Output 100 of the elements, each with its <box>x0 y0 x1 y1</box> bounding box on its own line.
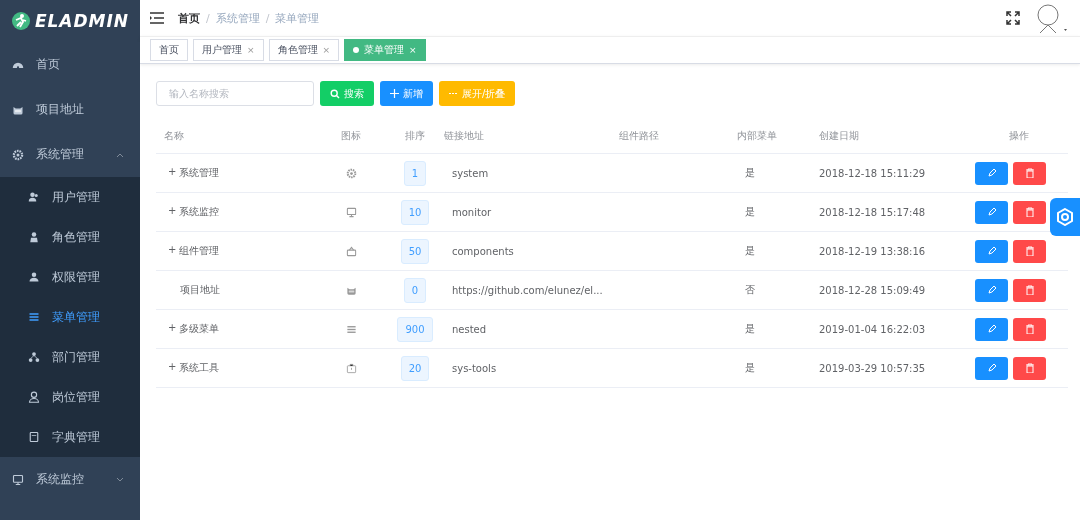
delete-button[interactable] <box>1013 278 1046 302</box>
edit-button[interactable] <box>975 278 1008 302</box>
person-icon <box>28 391 40 403</box>
pencil-icon <box>986 207 997 217</box>
sort-tag: 0 <box>403 277 427 303</box>
table-cell-text: components <box>451 245 515 257</box>
book-icon <box>28 431 40 443</box>
table-cell-text: https://github.com/elunez/el... <box>451 284 604 296</box>
table-cell-text: 2018-12-18 15:17:48 <box>819 206 927 218</box>
expand-toggle[interactable]: + <box>168 205 177 219</box>
table-cell-text: 2019-03-29 10:57:35 <box>819 362 927 374</box>
column-header: 排序 <box>404 128 426 143</box>
column-header: 创建日期 <box>819 128 860 143</box>
sidebar-item[interactable]: 岗位管理 <box>0 377 140 417</box>
person-icon <box>28 231 40 243</box>
settings-icon <box>1056 208 1074 226</box>
tree-node-label[interactable]: 组件管理 <box>179 244 220 258</box>
column-header: 组件路径 <box>619 128 660 143</box>
page-tab[interactable]: 角色管理 × <box>268 39 340 61</box>
table-cell-text: 是 <box>744 322 756 336</box>
sidebar-item[interactable]: 字典管理 <box>0 417 140 457</box>
search-icon <box>330 88 340 99</box>
delete-button[interactable] <box>1013 317 1046 341</box>
column-header: 操作 <box>1007 128 1030 143</box>
pencil-icon <box>986 285 997 295</box>
table-cell-text: 是 <box>744 244 756 258</box>
box-icon <box>345 245 357 257</box>
delete-button[interactable] <box>1013 161 1046 185</box>
fullscreen-icon[interactable] <box>1006 11 1020 25</box>
pencil-icon <box>986 168 997 178</box>
sidebar-item[interactable]: 用户管理 <box>0 177 140 217</box>
hierarchy-icon <box>28 351 40 363</box>
expand-toggle[interactable]: + <box>168 361 177 375</box>
trash-icon <box>1024 207 1035 217</box>
list-icon <box>28 311 40 323</box>
page-tab[interactable]: 首页 <box>150 39 188 61</box>
sidebar-item[interactable]: 菜单管理 <box>0 297 140 337</box>
menu-icon[interactable] <box>150 12 164 24</box>
list-icon <box>345 323 357 335</box>
settings-button[interactable] <box>1050 198 1080 236</box>
gear-icon <box>345 167 357 179</box>
logo-text: ELADMIN <box>34 11 130 31</box>
expand-toggle[interactable]: + <box>168 166 177 180</box>
table-cell-text: 2018-12-18 15:11:29 <box>819 167 927 179</box>
pencil-icon <box>986 324 997 334</box>
sidebar-item[interactable]: 权限管理 <box>0 257 140 297</box>
minus-icon <box>449 92 458 95</box>
sort-tag: 50 <box>400 238 430 264</box>
table-cell-text: 2018-12-28 15:09:49 <box>819 284 927 296</box>
tree-node-label[interactable]: 多级菜单 <box>179 322 220 336</box>
sidebar-item[interactable]: 角色管理 <box>0 217 140 257</box>
sort-tag: 900 <box>397 316 433 342</box>
delete-button[interactable] <box>1013 356 1046 380</box>
column-header: 内部菜单 <box>737 128 778 143</box>
trash-icon <box>1024 285 1035 295</box>
tree-node-label[interactable]: 系统监控 <box>179 205 220 219</box>
column-header: 名称 <box>163 128 185 143</box>
breadcrumb-item: 菜单管理 <box>275 10 320 26</box>
delete-button[interactable] <box>1013 239 1046 263</box>
breadcrumb-separator: / <box>206 11 210 25</box>
breadcrumb-item[interactable]: 首页 <box>178 10 200 26</box>
avatar-icon[interactable] <box>1034 1 1070 35</box>
users-icon <box>28 191 40 203</box>
column-header: 图标 <box>340 128 362 143</box>
delete-button[interactable] <box>1013 200 1046 224</box>
edit-button[interactable] <box>975 317 1008 341</box>
sort-tag: 1 <box>403 160 427 186</box>
expand-toggle[interactable]: + <box>168 322 177 336</box>
person-icon <box>28 271 40 283</box>
active-dot <box>353 47 360 53</box>
breadcrumb-separator: / <box>265 11 270 25</box>
table-cell-text: 2019-01-04 16:22:03 <box>819 323 927 335</box>
table-cell-text: 是 <box>744 361 756 375</box>
sidebar-item[interactable]: 部门管理 <box>0 337 140 377</box>
monitor-icon <box>12 473 24 486</box>
sort-tag: 10 <box>400 199 430 225</box>
toolbox-icon <box>345 362 357 374</box>
pencil-icon <box>986 246 997 256</box>
search-field[interactable]: 输入名称搜索 <box>156 81 314 106</box>
table-cell-text: system <box>451 167 490 179</box>
edit-button[interactable] <box>975 161 1008 185</box>
trash-icon <box>1024 363 1035 373</box>
tree-node-label[interactable]: 系统管理 <box>179 166 220 180</box>
gear-icon <box>12 148 24 161</box>
edit-button[interactable] <box>975 239 1008 263</box>
table-cell-text: 是 <box>744 166 756 180</box>
sort-tag: 20 <box>400 355 430 381</box>
edit-button[interactable] <box>975 200 1008 224</box>
page-tab[interactable]: 用户管理 × <box>193 39 264 61</box>
table-cell-text: 2018-12-19 13:38:16 <box>819 245 927 257</box>
edit-button[interactable] <box>975 356 1008 380</box>
monitor-icon <box>345 206 357 218</box>
plus-icon <box>390 89 399 98</box>
table-cell-text: sys-tools <box>451 362 498 374</box>
expand-toggle[interactable]: + <box>168 244 177 258</box>
table-cell-text: 否 <box>744 283 756 297</box>
trash-icon <box>1024 246 1035 256</box>
tree-node-label[interactable]: 项目地址 <box>180 283 220 297</box>
tree-node-label[interactable]: 系统工具 <box>179 361 220 375</box>
pencil-icon <box>986 363 997 373</box>
